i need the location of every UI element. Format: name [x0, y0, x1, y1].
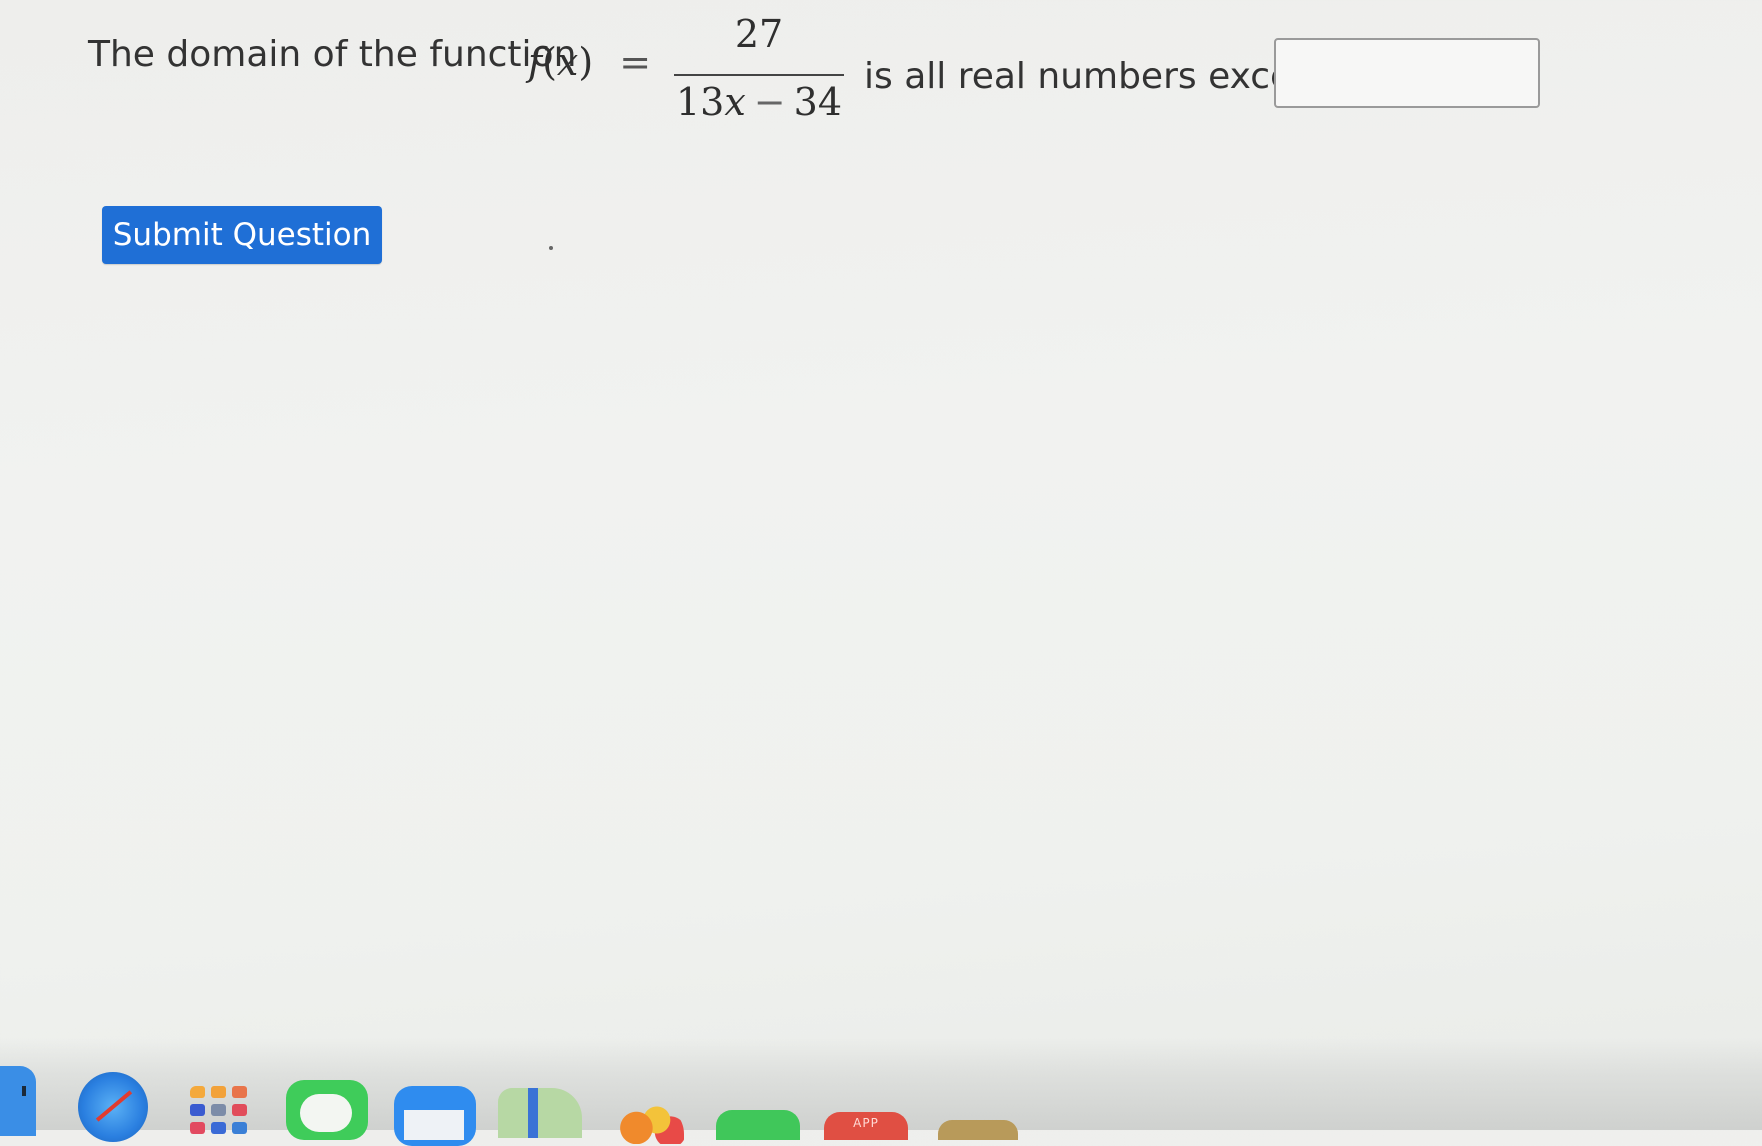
function-name: f — [528, 40, 543, 84]
fraction: 27 13x −34 — [674, 12, 844, 132]
screen-speck — [549, 246, 553, 250]
denominator-constant: 34 — [793, 80, 842, 124]
equals-sign: = — [619, 40, 652, 84]
notes-icon[interactable] — [938, 1120, 1018, 1140]
submit-question-button[interactable]: Submit Question — [102, 206, 382, 264]
facetime-icon[interactable] — [716, 1110, 800, 1140]
function-argument: x — [556, 40, 579, 84]
finder-icon[interactable] — [0, 1066, 36, 1136]
app-store-icon[interactable]: APP — [824, 1112, 908, 1140]
messages-icon[interactable] — [286, 1080, 368, 1140]
fraction-bar — [674, 74, 844, 76]
fraction-numerator: 27 — [734, 12, 784, 56]
question-text-prefix: The domain of the function — [88, 34, 577, 75]
answer-input[interactable] — [1274, 38, 1540, 108]
function-expression: f(x) = — [528, 40, 652, 84]
safari-icon[interactable] — [78, 1072, 148, 1142]
denominator-variable: x — [724, 80, 746, 124]
launchpad-icon[interactable] — [190, 1086, 250, 1136]
mail-icon[interactable] — [394, 1086, 476, 1146]
maps-icon[interactable] — [498, 1088, 582, 1138]
denominator-coefficient: 13 — [676, 80, 725, 124]
denominator-operator: − — [753, 80, 786, 124]
app-store-label: APP — [853, 1116, 879, 1130]
fraction-denominator: 13x −34 — [674, 80, 844, 124]
